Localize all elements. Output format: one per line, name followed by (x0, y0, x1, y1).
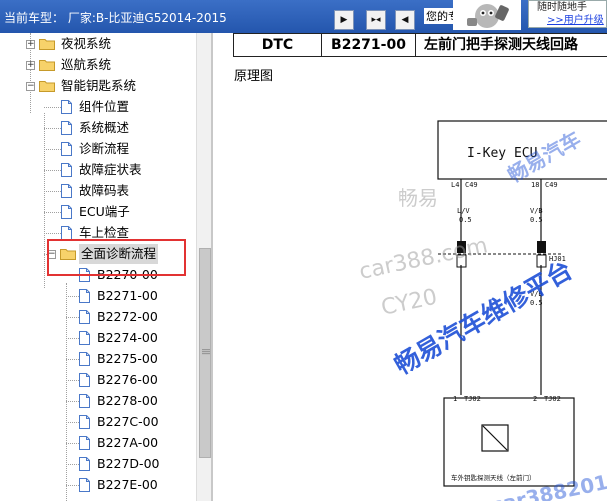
tree-item-label: 诊断流程 (79, 141, 130, 156)
antenna-label: 车外钥匙探测天线（左前门） (451, 473, 536, 482)
tree-item[interactable]: B2276-00 (0, 370, 196, 390)
collapse-icon[interactable]: − (26, 82, 35, 91)
tree-item-label: B2278-00 (97, 393, 158, 408)
tree-item[interactable]: B2275-00 (0, 349, 196, 369)
document-icon (61, 184, 72, 198)
document-icon (79, 373, 90, 387)
tree-item[interactable]: 故障码表 (0, 181, 196, 201)
mascot-icon (453, 0, 521, 30)
document-icon (79, 331, 90, 345)
tree-item-label: 夜视系统 (61, 36, 112, 51)
pin-label: TJ02 (544, 395, 561, 403)
pin-label: C49 (465, 181, 478, 189)
document-icon (61, 100, 72, 114)
tree-item-label: 故障症状表 (79, 162, 142, 177)
tree-item[interactable]: + 巡航系统 (0, 55, 196, 75)
tree-item-label: 智能钥匙系统 (61, 78, 137, 93)
pin-label: 2 (533, 395, 537, 403)
tree-item-label: B2276-00 (97, 372, 158, 387)
watermark-text: car388.com (357, 233, 490, 285)
title-bar: 当前车型： 厂家:B-比亚迪G52014-2015 ▶ ▸◂ ◀ 您的专 随时随… (0, 0, 607, 33)
document-icon (61, 163, 72, 177)
scrollbar[interactable]: ― ― ― (196, 33, 211, 501)
watermark-text: car3882010 (489, 467, 607, 501)
document-icon (79, 310, 90, 324)
tree-item[interactable]: B227A-00 (0, 433, 196, 453)
wire-size-label: 0.5 (530, 216, 543, 224)
expand-icon[interactable]: + (26, 40, 35, 49)
tree-item[interactable]: + 夜视系统 (0, 34, 196, 54)
document-icon (79, 457, 90, 471)
document-icon (79, 436, 90, 450)
folder-icon (39, 60, 55, 71)
skip-first-icon: ▶ (340, 15, 348, 25)
skip-last-icon: ◀ (401, 15, 409, 25)
tree-item[interactable]: B227D-00 (0, 454, 196, 474)
tree-item-label: B2272-00 (97, 309, 158, 324)
document-icon (79, 289, 90, 303)
pin-label: 18 (531, 181, 539, 189)
tree-item-label: 系统概述 (79, 120, 130, 135)
document-icon (61, 205, 72, 219)
document-icon (61, 121, 72, 135)
tree-item-label: B227E-00 (97, 477, 158, 492)
tree-item-label: B2275-00 (97, 351, 158, 366)
tree-item[interactable]: 系统概述 (0, 118, 196, 138)
tree-item-label: B2274-00 (97, 330, 158, 345)
tree-item-label: 组件位置 (79, 99, 130, 114)
tree-item-label: 巡航系统 (61, 57, 112, 72)
upgrade-link[interactable]: >>用户升级 (547, 11, 604, 26)
document-icon (61, 142, 72, 156)
tree-item-label: B2271-00 (97, 288, 158, 303)
tree-item[interactable]: B2271-00 (0, 286, 196, 306)
tree-panel[interactable]: + 夜视系统 + 巡航系统 − 智能钥匙系统组件位置系统概述诊断流程故障症状表故障码表 EC… (0, 33, 213, 501)
folder-icon (39, 81, 55, 92)
tree-item-label: B227A-00 (97, 435, 159, 450)
wire-size-label: 0.5 (459, 216, 472, 224)
grip-icon: ― ― ― (202, 345, 210, 358)
tree-item-label: ECU端子 (79, 204, 130, 219)
tree-item[interactable]: B2274-00 (0, 328, 196, 348)
tree-item[interactable]: B227C-00 (0, 412, 196, 432)
collapse-icon: ▸◂ (371, 15, 381, 25)
skip-last-button[interactable]: ◀ (395, 10, 415, 30)
tree-item-label: 故障码表 (79, 183, 130, 198)
antenna-box (443, 397, 575, 487)
watermark-text: CY20 (379, 285, 439, 321)
tree-item[interactable]: B2272-00 (0, 307, 196, 327)
highlight-box (47, 239, 186, 276)
skip-first-button[interactable]: ▶ (334, 10, 354, 30)
document-icon (79, 394, 90, 408)
pin-label: TJ02 (464, 395, 481, 403)
pin-label: 1 (453, 395, 457, 403)
document-view: DTC B2271-00 左前门把手探测天线回路 原理图 I-Key ECU L… (213, 33, 607, 501)
tree-item[interactable]: 诊断流程 (0, 139, 196, 159)
info-box: 随时随地手 >>用户升级 (528, 0, 607, 28)
document-icon (61, 226, 72, 240)
document-icon (79, 352, 90, 366)
tree-item[interactable]: 组件位置 (0, 97, 196, 117)
tree-item[interactable]: − 智能钥匙系统 (0, 76, 196, 96)
wire-color-label: V/B (530, 207, 543, 215)
tree-item-label: B227C-00 (97, 414, 159, 429)
connector-pin (537, 241, 546, 253)
tree-item[interactable]: B227E-00 (0, 475, 196, 495)
tree-item[interactable]: B2278-00 (0, 391, 196, 411)
folder-icon (39, 39, 55, 50)
scrollbar-thumb[interactable]: ― ― ― (199, 248, 211, 458)
pin-label: L4 (451, 181, 459, 189)
watermark-text: 畅易汽车维修平台 (390, 255, 578, 380)
tree-item[interactable]: 故障症状表 (0, 160, 196, 180)
document-icon (79, 415, 90, 429)
tree-item-label: B227D-00 (97, 456, 160, 471)
expand-icon[interactable]: + (26, 61, 35, 70)
document-icon (79, 478, 90, 492)
tree-item[interactable]: ECU端子 (0, 202, 196, 222)
current-car-label: 当前车型： 厂家:B-比亚迪G52014-2015 (4, 11, 227, 25)
wiring-diagram: I-Key ECU L4 C49 18 C49 L/V 0.5 V/B 0.5 … (357, 120, 607, 501)
wire-color-label: L/V (457, 207, 470, 215)
pin-label: C49 (545, 181, 558, 189)
collapse-button[interactable]: ▸◂ (366, 10, 386, 30)
watermark-text: 畅易 (398, 186, 438, 210)
